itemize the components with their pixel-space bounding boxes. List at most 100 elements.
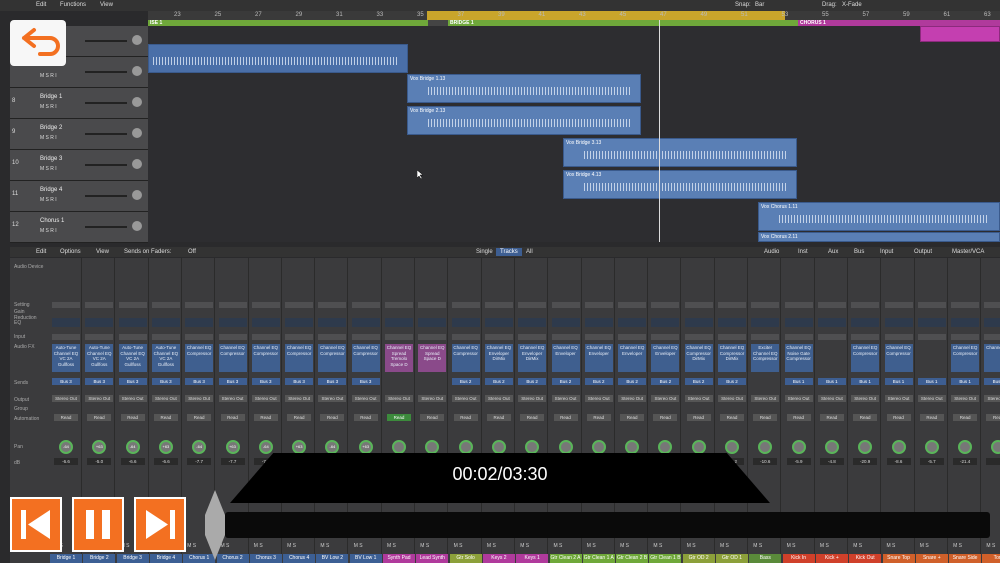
setting-slot[interactable]	[118, 302, 147, 308]
pan-knob[interactable]: -64	[125, 440, 140, 454]
mute-solo-buttons[interactable]: M S	[887, 543, 911, 549]
input-slot[interactable]	[817, 334, 846, 340]
input-slot[interactable]	[784, 334, 813, 340]
send-slot[interactable]: Bus 2	[451, 378, 480, 385]
setting-slot[interactable]	[251, 302, 280, 308]
input-slot[interactable]	[851, 334, 880, 340]
mute-solo-buttons[interactable]: M S	[787, 543, 811, 549]
channel-name[interactable]: Kick Out	[849, 554, 882, 563]
automation-mode[interactable]: Read	[686, 414, 711, 421]
audio-fx-slot[interactable]: Channel EQ	[984, 344, 1000, 372]
mute-solo-buttons[interactable]: M S	[687, 543, 711, 549]
input-slot[interactable]	[584, 334, 613, 340]
setting-slot[interactable]	[318, 302, 347, 308]
input-slot[interactable]	[151, 334, 180, 340]
output-slot[interactable]: Stereo Out	[418, 395, 447, 402]
mute-solo-buttons[interactable]: M S	[720, 543, 744, 549]
track-volume-slider[interactable]	[85, 164, 127, 166]
eq-thumbnail[interactable]	[185, 318, 214, 327]
region-chorus-pink[interactable]	[920, 26, 1000, 42]
setting-slot[interactable]	[418, 302, 447, 308]
audio-fx-slot[interactable]: Channel EQ Compressor	[285, 344, 314, 372]
setting-slot[interactable]	[718, 302, 746, 308]
input-slot[interactable]	[751, 334, 780, 340]
filter-tab[interactable]: Inst	[794, 248, 812, 256]
pan-knob[interactable]	[791, 440, 806, 454]
mute-solo-buttons[interactable]: M S	[920, 543, 944, 549]
send-slot[interactable]: Bus 3	[351, 378, 380, 385]
tracks-area[interactable]: Vox Bridge 1.13 Vox Bridge 2.13 Vox Brid…	[148, 26, 1000, 242]
setting-slot[interactable]	[618, 302, 647, 308]
automation-mode[interactable]: Read	[753, 414, 778, 421]
setting-slot[interactable]	[351, 302, 380, 308]
pan-knob[interactable]	[991, 440, 1000, 454]
functions-menu[interactable]: Functions	[60, 2, 86, 8]
pan-knob[interactable]	[891, 440, 906, 454]
tab-single[interactable]: Single	[472, 248, 497, 256]
track-volume-slider[interactable]	[85, 226, 127, 228]
pan-knob[interactable]	[132, 97, 142, 107]
automation-mode[interactable]: Read	[187, 414, 212, 421]
setting-slot[interactable]	[584, 302, 613, 308]
channel-name[interactable]: Tom	[982, 554, 1000, 563]
automation-mode[interactable]: Read	[853, 414, 878, 421]
automation-mode[interactable]: Read	[120, 414, 145, 421]
automation-mode[interactable]: Read	[486, 414, 511, 421]
pan-knob[interactable]	[132, 221, 142, 231]
audio-fx-slot[interactable]: Channel EQ Enveloper	[618, 344, 647, 372]
automation-mode[interactable]: Read	[287, 414, 312, 421]
output-slot[interactable]: Stereo Out	[118, 395, 147, 402]
send-slot[interactable]: Bus 2	[484, 378, 513, 385]
audio-fx-slot[interactable]: Channel EQ Compressor	[185, 344, 214, 372]
output-slot[interactable]: Stereo Out	[484, 395, 513, 402]
setting-slot[interactable]	[551, 302, 580, 308]
eq-thumbnail[interactable]	[851, 318, 880, 327]
eq-thumbnail[interactable]	[817, 318, 846, 327]
audio-fx-slot[interactable]: Exciter Channel EQ Compressor	[751, 344, 780, 372]
audio-fx-slot[interactable]: Channel EQ Compressor	[351, 344, 380, 372]
mute-solo-buttons[interactable]: M S	[853, 543, 877, 549]
input-slot[interactable]	[251, 334, 280, 340]
mute-solo-buttons[interactable]: M S	[454, 543, 478, 549]
eq-thumbnail[interactable]	[385, 318, 413, 327]
progress-bar[interactable]	[225, 512, 990, 538]
output-slot[interactable]: Stereo Out	[551, 395, 580, 402]
automation-mode[interactable]: Read	[153, 414, 178, 421]
output-slot[interactable]: Stereo Out	[951, 395, 980, 402]
setting-slot[interactable]	[951, 302, 980, 308]
send-slot[interactable]: Bus 1	[984, 378, 1000, 385]
snap-select[interactable]: Bar	[755, 2, 764, 8]
eq-thumbnail[interactable]	[551, 318, 580, 327]
pan-knob[interactable]	[591, 440, 606, 454]
pan-knob[interactable]: -64	[192, 440, 207, 454]
filter-tab[interactable]: Master/VCA	[948, 248, 988, 256]
input-slot[interactable]	[684, 334, 713, 340]
automation-mode[interactable]: Read	[87, 414, 112, 421]
track-volume-slider[interactable]	[85, 195, 127, 197]
audio-fx-slot[interactable]: Channel EQ Compressor	[951, 344, 980, 372]
eq-thumbnail[interactable]	[518, 318, 547, 327]
pan-knob[interactable]	[858, 440, 873, 454]
sends-on-faders-select[interactable]: Off	[188, 249, 196, 255]
output-slot[interactable]: Stereo Out	[817, 395, 846, 402]
automation-mode[interactable]: Read	[220, 414, 245, 421]
input-slot[interactable]	[984, 334, 1000, 340]
track-name[interactable]: Bridge 4	[40, 187, 62, 193]
setting-slot[interactable]	[518, 302, 547, 308]
pan-knob[interactable]	[658, 440, 673, 454]
setting-slot[interactable]	[285, 302, 314, 308]
audio-fx-slot[interactable]: Channel EQ Enveloper DirMix	[518, 344, 547, 372]
pan-knob[interactable]: -64	[325, 440, 340, 454]
track-buttons[interactable]: M S R I	[40, 104, 57, 110]
channel-name[interactable]: Gtr Clean 2 B	[616, 554, 649, 563]
eq-thumbnail[interactable]	[151, 318, 180, 327]
input-slot[interactable]	[451, 334, 480, 340]
input-slot[interactable]	[318, 334, 347, 340]
cycle-range[interactable]	[427, 11, 785, 20]
output-slot[interactable]: Stereo Out	[218, 395, 247, 402]
eq-thumbnail[interactable]	[984, 318, 1000, 327]
output-slot[interactable]: Stereo Out	[151, 395, 180, 402]
output-slot[interactable]: Stereo Out	[784, 395, 813, 402]
audio-region[interactable]	[148, 44, 408, 73]
automation-mode[interactable]: Read	[320, 414, 345, 421]
